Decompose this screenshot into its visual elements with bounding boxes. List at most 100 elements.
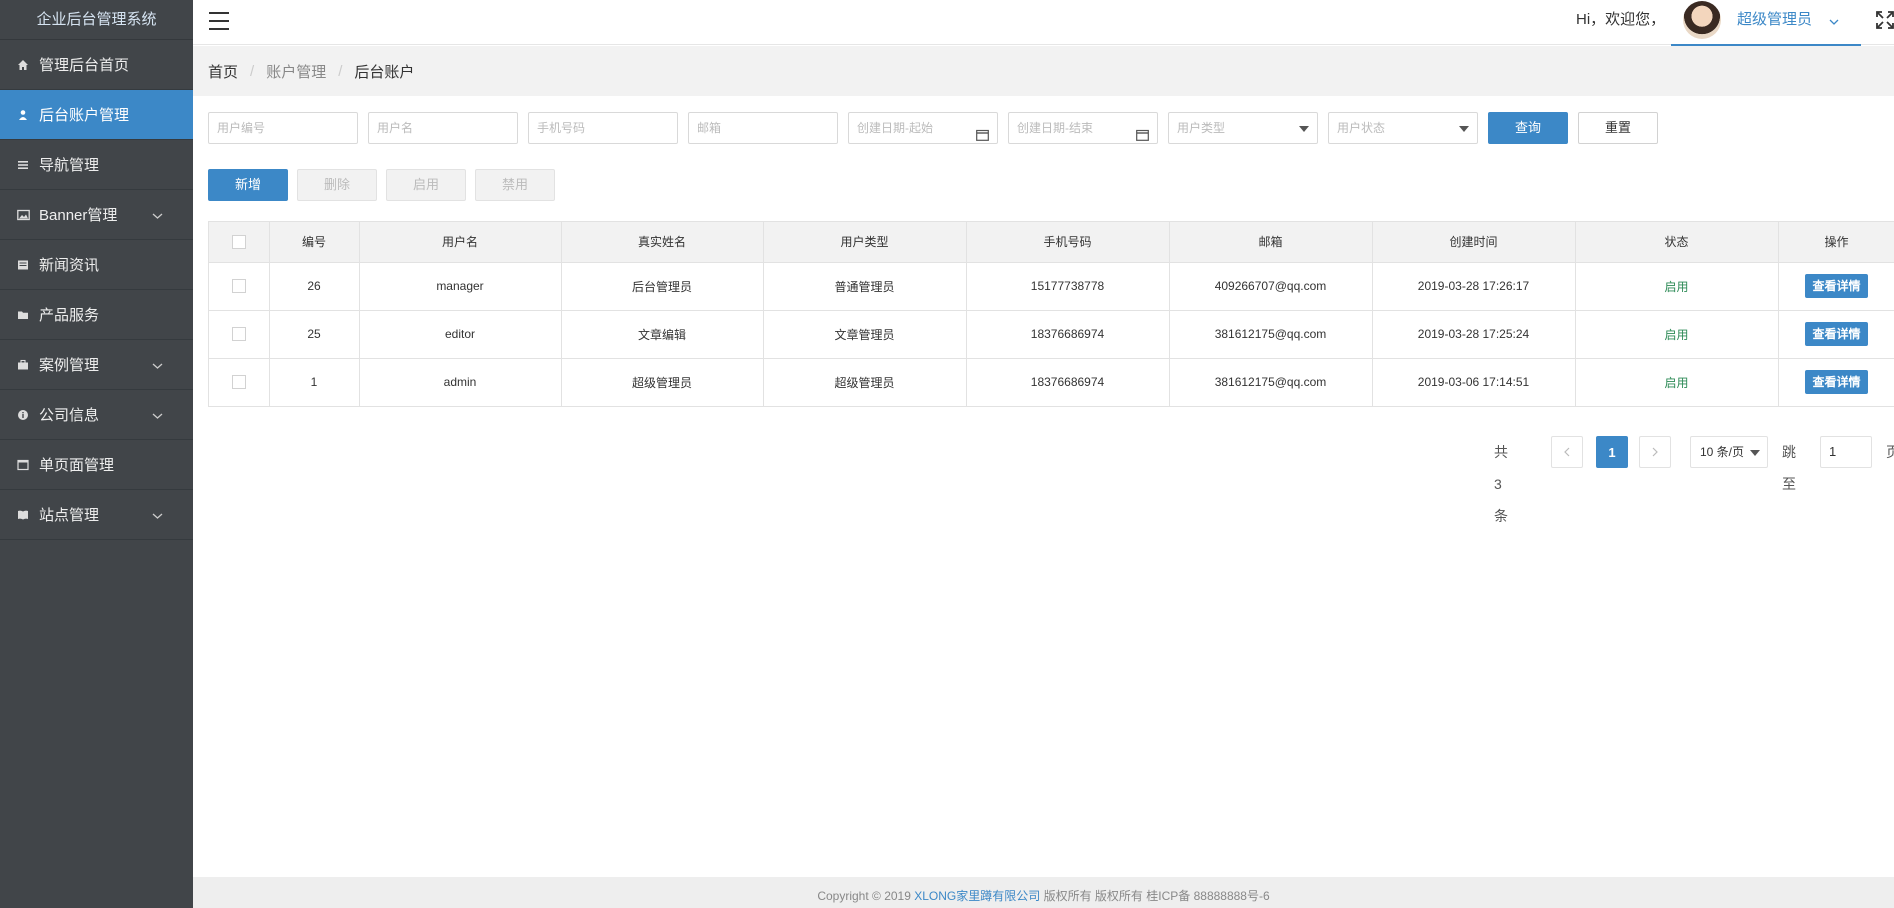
cell-phone: 18376686974 — [966, 358, 1170, 407]
breadcrumb-separator: / — [250, 62, 255, 80]
jump-label: 跳至 — [1782, 444, 1796, 492]
cell-type: 普通管理员 — [763, 262, 967, 311]
row-checkbox[interactable] — [231, 279, 246, 294]
cell-username: admin — [359, 358, 562, 407]
total-count: 共 3 条 — [1494, 444, 1508, 524]
cell-actions: 查看详情 — [1778, 310, 1894, 359]
table-row: 1 admin 超级管理员 超级管理员 18376686974 38161217… — [209, 358, 1894, 407]
sidebar-item-9[interactable]: 站点管理 — [0, 490, 193, 540]
jump-page-input[interactable]: 1 — [1820, 436, 1872, 468]
header-created[interactable]: 创建时间 — [1372, 222, 1576, 263]
list-icon — [16, 158, 30, 172]
reset-button[interactable]: 重置 — [1578, 112, 1658, 144]
chevron-down-icon — [1829, 14, 1839, 29]
cell-actions: 查看详情 — [1778, 358, 1894, 407]
user-icon — [16, 108, 30, 122]
sidebar-item-label: 公司信息 — [39, 407, 100, 424]
user-type-placeholder: 用户类型 — [1177, 121, 1226, 135]
sidebar-item-8[interactable]: 单页面管理 — [0, 440, 193, 490]
date-end-placeholder: 创建日期-结束 — [1017, 121, 1093, 135]
breadcrumb-separator: / — [338, 62, 343, 80]
date-start-input[interactable]: 创建日期-起始 — [848, 112, 998, 144]
chevron-left-icon — [1564, 447, 1570, 457]
header-realname[interactable]: 真实姓名 — [561, 222, 764, 263]
user-menu[interactable]: 超级管理员 — [1671, 0, 1861, 46]
cell-email: 381612175@qq.com — [1169, 358, 1373, 407]
email-input[interactable] — [688, 112, 838, 144]
cell-username: manager — [359, 262, 562, 311]
folder-icon — [16, 308, 30, 322]
phone-input[interactable] — [528, 112, 678, 144]
sidebar-item-label: 管理后台首页 — [39, 57, 130, 74]
view-details-button[interactable]: 查看详情 — [1805, 322, 1868, 346]
sidebar-item-label: 产品服务 — [39, 307, 100, 324]
cell-created: 2019-03-06 17:14:51 — [1372, 358, 1576, 407]
page-icon — [16, 458, 30, 472]
sidebar-item-7[interactable]: 公司信息 — [0, 390, 193, 440]
username-input[interactable] — [368, 112, 518, 144]
info-icon — [16, 408, 30, 422]
user-id-input[interactable] — [208, 112, 358, 144]
header-status[interactable]: 状态 — [1575, 222, 1779, 263]
page-size-select[interactable]: 10 条/页 — [1690, 436, 1768, 468]
sidebar-item-label: 案例管理 — [39, 357, 100, 374]
row-checkbox[interactable] — [231, 375, 246, 390]
view-details-button[interactable]: 查看详情 — [1805, 370, 1868, 394]
delete-button[interactable]: 删除 — [297, 169, 377, 201]
header-phone[interactable]: 手机号码 — [966, 222, 1170, 263]
chevron-down-icon — [152, 207, 163, 224]
cell-created: 2019-03-28 17:26:17 — [1372, 262, 1576, 311]
row-checkbox-cell — [209, 358, 270, 407]
chevron-down-icon — [152, 357, 163, 374]
menu-toggle-icon[interactable] — [209, 12, 229, 30]
sidebar-item-2[interactable]: 导航管理 — [0, 140, 193, 190]
user-type-select[interactable]: 用户类型 — [1168, 112, 1318, 144]
header-email[interactable]: 邮箱 — [1169, 222, 1373, 263]
calendar-icon — [1136, 122, 1149, 152]
calendar-icon — [976, 122, 989, 152]
avatar — [1683, 1, 1721, 39]
header-type[interactable]: 用户类型 — [763, 222, 967, 263]
select-all-checkbox[interactable] — [231, 235, 246, 250]
view-details-button[interactable]: 查看详情 — [1805, 274, 1868, 298]
sidebar: 企业后台管理系统 管理后台首页后台账户管理 导航管理 Banner管理 新闻资讯产品服… — [0, 0, 193, 908]
user-status-placeholder: 用户状态 — [1337, 121, 1386, 135]
row-checkbox-cell — [209, 262, 270, 311]
sidebar-item-6[interactable]: 案例管理 — [0, 340, 193, 390]
cell-type: 文章管理员 — [763, 310, 967, 359]
breadcrumb-home[interactable]: 首页 — [208, 61, 238, 82]
user-status-select[interactable]: 用户状态 — [1328, 112, 1478, 144]
app-title: 企业后台管理系统 — [0, 0, 193, 40]
cell-email: 409266707@qq.com — [1169, 262, 1373, 311]
cell-realname: 超级管理员 — [561, 358, 764, 407]
cell-id: 26 — [269, 262, 360, 311]
disable-button[interactable]: 禁用 — [475, 169, 555, 201]
cell-username: editor — [359, 310, 562, 359]
sidebar-item-label: 站点管理 — [39, 507, 100, 524]
row-checkbox[interactable] — [231, 327, 246, 342]
breadcrumb-section[interactable]: 账户管理 — [266, 61, 326, 82]
add-button[interactable]: 新增 — [208, 169, 288, 201]
caret-down-icon — [1459, 126, 1469, 132]
cell-email: 381612175@qq.com — [1169, 310, 1373, 359]
sidebar-item-5[interactable]: 产品服务 — [0, 290, 193, 340]
row-checkbox-cell — [209, 310, 270, 359]
fullscreen-icon[interactable] — [1875, 10, 1894, 30]
next-page-button[interactable] — [1639, 436, 1671, 468]
date-end-input[interactable]: 创建日期-结束 — [1008, 112, 1158, 144]
footer: Copyright © 2019 XLONG家里蹲有限公司 版权所有 版权所有 … — [193, 877, 1894, 908]
page-button-current[interactable]: 1 — [1596, 436, 1628, 468]
header-id[interactable]: 编号 — [269, 222, 360, 263]
prev-page-button[interactable] — [1551, 436, 1583, 468]
query-button[interactable]: 查询 — [1488, 112, 1568, 144]
enable-button[interactable]: 启用 — [386, 169, 466, 201]
sidebar-item-4[interactable]: 新闻资讯 — [0, 240, 193, 290]
home-icon — [16, 58, 30, 72]
sidebar-item-0[interactable]: 管理后台首页 — [0, 40, 193, 90]
top-header: Hi，欢迎您， 超级管理员 — [193, 0, 1894, 46]
news-icon — [16, 258, 30, 272]
header-username[interactable]: 用户名 — [359, 222, 562, 263]
sidebar-item-1[interactable]: 后台账户管理 — [0, 90, 193, 140]
footer-company-link[interactable]: XLONG家里蹲有限公司 — [914, 889, 1040, 903]
sidebar-item-3[interactable]: Banner管理 — [0, 190, 193, 240]
